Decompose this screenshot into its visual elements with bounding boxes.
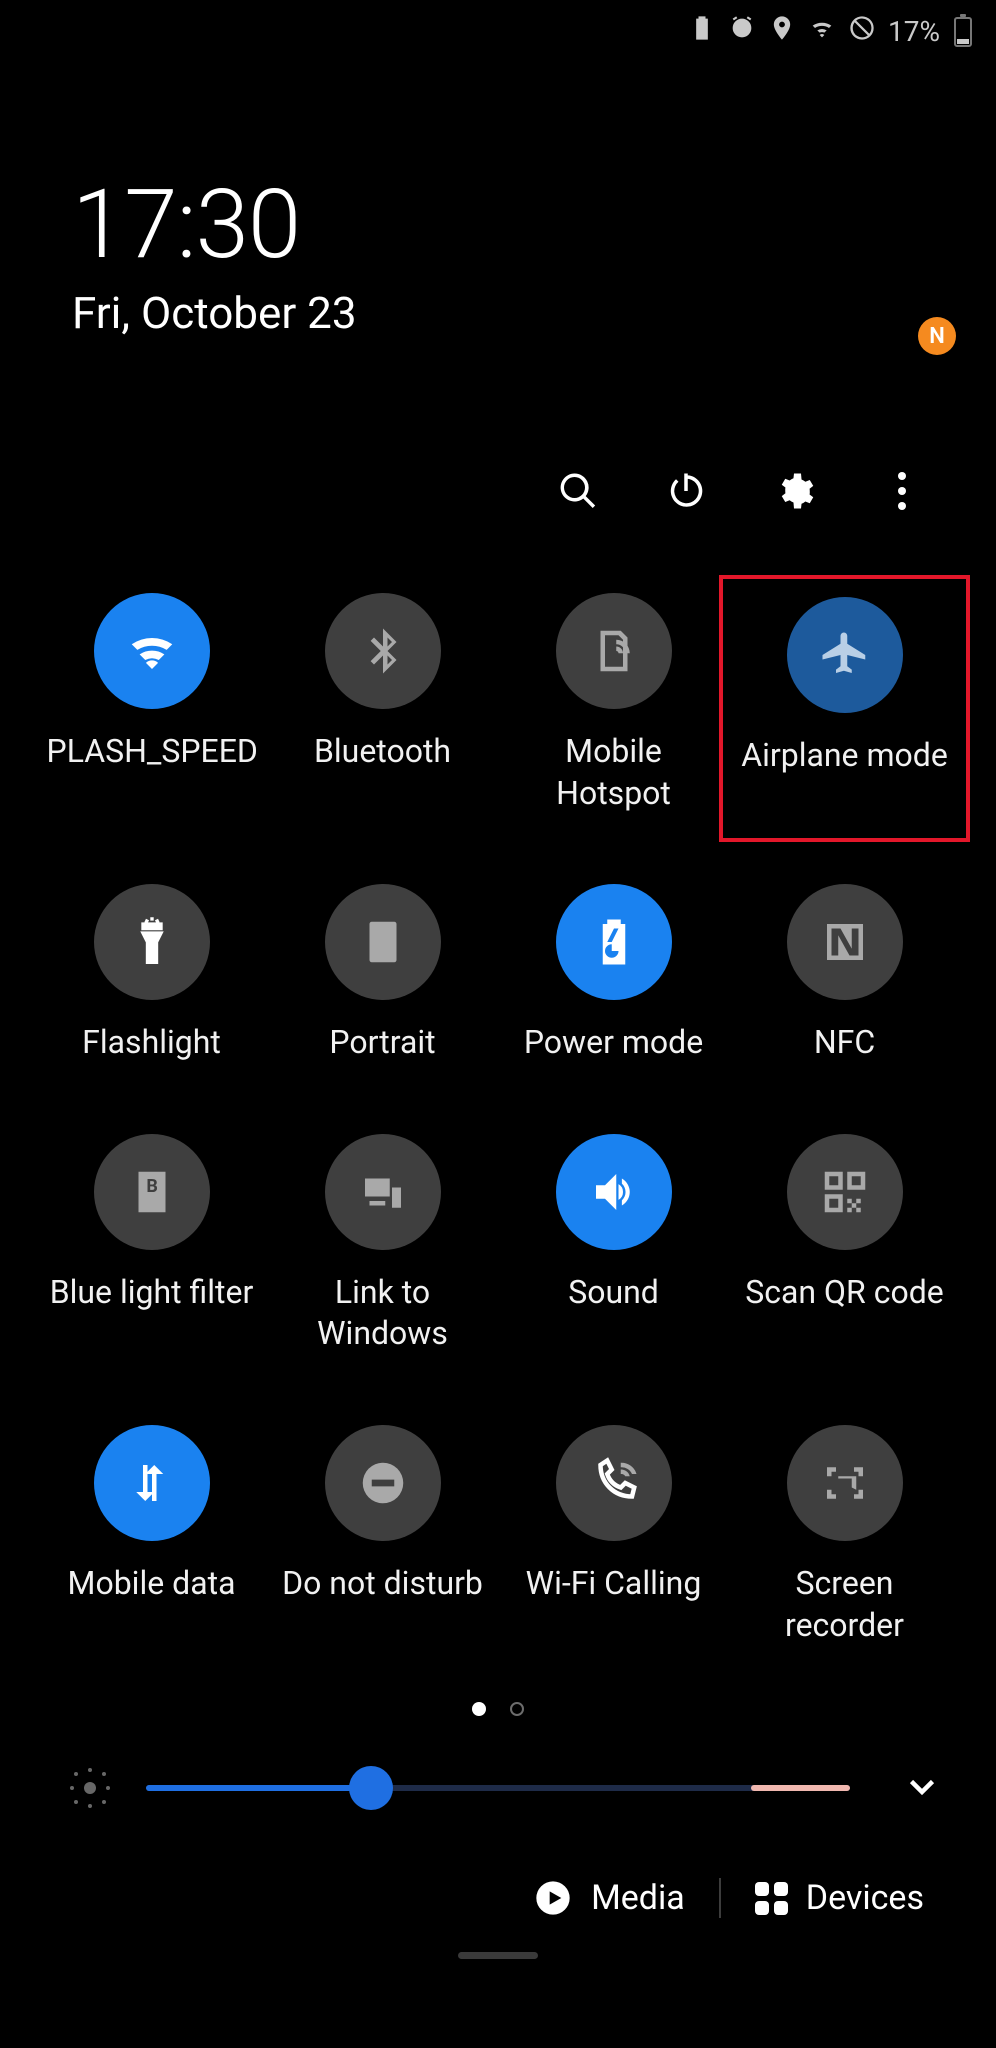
panel-footer: Media Devices: [0, 1878, 996, 1918]
portrait-icon[interactable]: [325, 884, 441, 1000]
power-button[interactable]: [664, 469, 708, 513]
page-dot-1[interactable]: [472, 1702, 486, 1716]
more-icon: [898, 472, 906, 510]
status-bar: 17%: [0, 0, 996, 49]
clock-block: 17:30 Fri, October 23: [0, 49, 996, 339]
tile-label: Do not disturb: [282, 1563, 483, 1605]
tile-label: Scan QR code: [745, 1272, 943, 1314]
tile-label: PLASH_SPEED: [47, 731, 257, 773]
wificall-icon[interactable]: [556, 1425, 672, 1541]
tile-label: Airplane mode: [741, 735, 948, 777]
qr-icon[interactable]: [787, 1134, 903, 1250]
tile-powermode[interactable]: Power mode: [498, 884, 729, 1064]
nfc-icon[interactable]: [787, 884, 903, 1000]
divider: [719, 1878, 721, 1918]
tile-bluelight[interactable]: Blue light filter: [36, 1134, 267, 1355]
screenrec-icon[interactable]: [787, 1425, 903, 1541]
tile-airplane[interactable]: Airplane mode: [719, 575, 970, 842]
brightness-icon: [70, 1768, 110, 1808]
notification-badge: N: [918, 317, 956, 355]
quick-panel-actions: N: [0, 339, 996, 513]
tile-label: NFC: [814, 1022, 875, 1064]
page-dot-2[interactable]: [510, 1702, 524, 1716]
tile-wificall[interactable]: Wi-Fi Calling: [498, 1425, 729, 1646]
tile-label: Link to Windows: [278, 1272, 488, 1355]
media-button[interactable]: Media: [533, 1878, 685, 1918]
brightness-expand[interactable]: [904, 1768, 940, 1808]
tile-flashlight[interactable]: Flashlight: [36, 884, 267, 1064]
powermode-icon[interactable]: [556, 884, 672, 1000]
tile-mobiledata[interactable]: Mobile data: [36, 1425, 267, 1646]
devices-icon: [755, 1882, 788, 1915]
no-sim-icon: [848, 14, 876, 49]
tile-label: Sound: [568, 1272, 659, 1314]
hotspot-icon[interactable]: [556, 593, 672, 709]
tile-label: Power mode: [524, 1022, 703, 1064]
clock-time: 17:30: [72, 169, 996, 281]
search-button[interactable]: [556, 469, 600, 513]
brightness-row: [0, 1716, 996, 1814]
bluetooth-icon[interactable]: [325, 593, 441, 709]
wifi-icon[interactable]: [94, 593, 210, 709]
quick-settings-grid: PLASH_SPEED Bluetooth Mobile Hotspot Airpla…: [0, 513, 996, 1646]
tile-label: Wi-Fi Calling: [526, 1563, 702, 1605]
tile-hotspot[interactable]: Mobile Hotspot: [498, 593, 729, 814]
tile-bluetooth[interactable]: Bluetooth: [267, 593, 498, 814]
mobiledata-icon[interactable]: [94, 1425, 210, 1541]
sound-icon[interactable]: [556, 1134, 672, 1250]
tile-sound[interactable]: Sound: [498, 1134, 729, 1355]
linkwin-icon[interactable]: [325, 1134, 441, 1250]
clock-date: Fri, October 23: [72, 287, 996, 339]
settings-button[interactable]: [772, 469, 816, 513]
tile-dnd[interactable]: Do not disturb: [267, 1425, 498, 1646]
alarm-icon: [728, 14, 756, 49]
tile-portrait[interactable]: Portrait: [267, 884, 498, 1064]
page-indicator[interactable]: [0, 1702, 996, 1716]
tile-label: Mobile data: [68, 1563, 236, 1605]
wifi-status-icon: [808, 14, 836, 49]
tile-label: Mobile Hotspot: [509, 731, 719, 814]
more-button[interactable]: [880, 469, 924, 513]
drag-handle[interactable]: [458, 1952, 538, 1959]
tile-qr[interactable]: Scan QR code: [729, 1134, 960, 1355]
airplane-icon[interactable]: [787, 597, 903, 713]
bluelight-icon[interactable]: [94, 1134, 210, 1250]
tile-label: Screen recorder: [740, 1563, 950, 1646]
devices-label: Devices: [806, 1878, 924, 1918]
location-icon: [768, 14, 796, 49]
tile-screenrec[interactable]: Screen recorder: [729, 1425, 960, 1646]
battery-percent: 17%: [888, 15, 940, 48]
search-icon: [557, 470, 599, 512]
tile-wifi[interactable]: PLASH_SPEED: [36, 593, 267, 814]
dnd-icon[interactable]: [325, 1425, 441, 1541]
battery-icon: [954, 17, 972, 47]
devices-button[interactable]: Devices: [755, 1878, 924, 1918]
tile-label: Flashlight: [82, 1022, 221, 1064]
tile-label: Portrait: [329, 1022, 435, 1064]
tile-nfc[interactable]: NFC: [729, 884, 960, 1064]
tile-label: Blue light filter: [50, 1272, 254, 1314]
play-circle-icon: [533, 1878, 573, 1918]
gear-icon: [773, 470, 815, 512]
tile-linkwin[interactable]: Link to Windows: [267, 1134, 498, 1355]
chevron-down-icon: [904, 1768, 940, 1804]
brightness-slider[interactable]: [146, 1762, 850, 1814]
tile-label: Bluetooth: [314, 731, 451, 773]
media-label: Media: [591, 1878, 685, 1918]
flashlight-icon[interactable]: [94, 884, 210, 1000]
power-icon: [665, 470, 707, 512]
battery-saver-icon: [688, 14, 716, 49]
